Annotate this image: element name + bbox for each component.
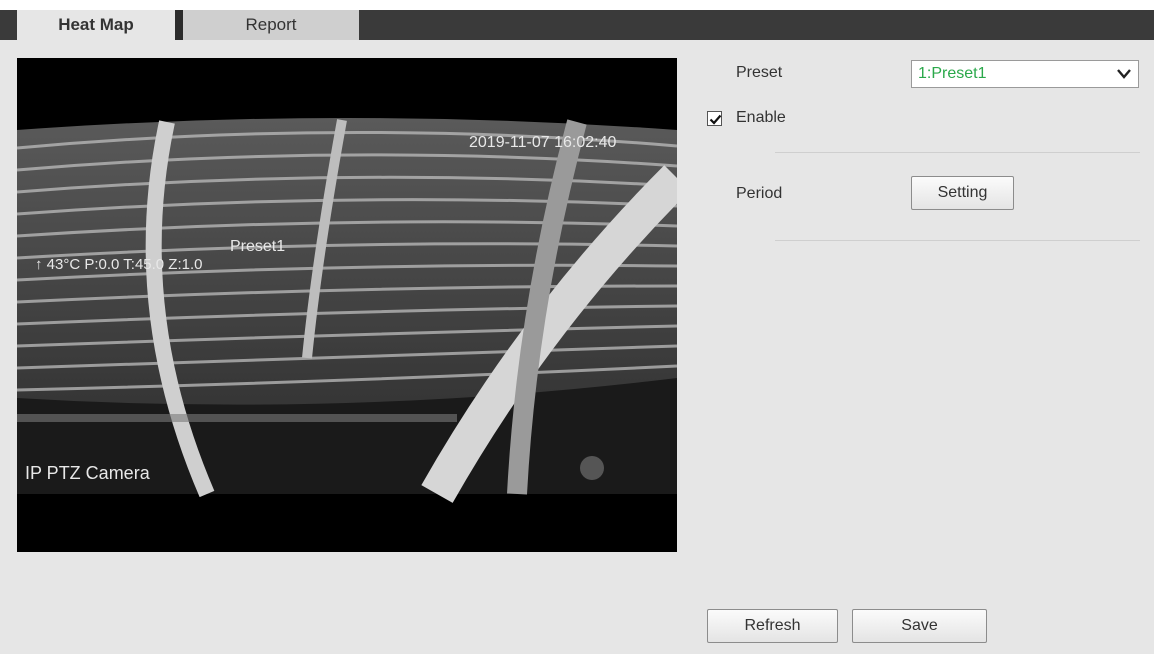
tab-separator: [175, 10, 183, 40]
top-strip: [0, 0, 1154, 10]
divider-top: [775, 152, 1140, 153]
refresh-button[interactable]: Refresh: [707, 609, 838, 643]
video-timestamp: 2019-11-07 16:02:40: [469, 134, 617, 151]
preset-select[interactable]: 1:Preset1: [911, 60, 1139, 88]
divider-bottom: [775, 240, 1140, 241]
enable-label: Enable: [736, 109, 786, 126]
tab-heat-map[interactable]: Heat Map: [17, 10, 175, 40]
video-camera-name: IP PTZ Camera: [25, 463, 150, 483]
preset-select-value: 1:Preset1: [918, 65, 987, 82]
enable-checkbox[interactable]: [707, 111, 722, 126]
video-preview: 2019-11-07 16:02:40 Preset1 ↑ 43°C P:0.0…: [17, 58, 677, 552]
checkmark-icon: [709, 114, 722, 125]
period-label: Period: [736, 185, 783, 202]
video-ptz-readout: ↑ 43°C P:0.0 T:45.0 Z:1.0: [35, 256, 203, 273]
save-button[interactable]: Save: [852, 609, 987, 643]
preset-label: Preset: [736, 64, 783, 81]
video-preset-label: Preset1: [230, 238, 286, 255]
tab-bar: Heat Map Report: [0, 10, 1154, 40]
chevron-down-icon: [1117, 69, 1131, 79]
setting-button[interactable]: Setting: [911, 176, 1014, 210]
tab-report[interactable]: Report: [183, 10, 359, 40]
